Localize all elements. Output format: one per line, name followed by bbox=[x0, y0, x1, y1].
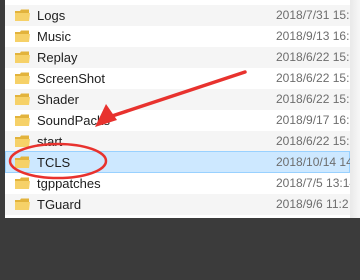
list-item-tgppatches[interactable]: tgppatches 2018/7/5 13:14 bbox=[5, 173, 356, 194]
modified-date: 2018/9/6 11:2 bbox=[276, 197, 349, 211]
list-item-replay[interactable]: Replay 2018/6/22 15: bbox=[5, 47, 350, 68]
folder-icon bbox=[15, 198, 30, 210]
folder-icon bbox=[15, 72, 30, 84]
folder-icon bbox=[15, 93, 30, 105]
list-item-screenshot[interactable]: ScreenShot 2018/6/22 15:2 bbox=[5, 68, 356, 89]
file-name: ScreenShot bbox=[37, 71, 105, 86]
file-explorer-window: Logs 2018/7/31 15: Music 2018/9/13 16: R… bbox=[0, 0, 360, 218]
list-item-shader[interactable]: Shader 2018/6/22 15:2 bbox=[5, 89, 356, 110]
list-item-logs[interactable]: Logs 2018/7/31 15: bbox=[5, 5, 350, 26]
file-name: Logs bbox=[37, 8, 66, 23]
folder-icon bbox=[15, 156, 30, 168]
right-pane-edge bbox=[350, 0, 360, 218]
file-name: start bbox=[37, 134, 63, 149]
folder-icon bbox=[15, 114, 30, 126]
modified-date: 2018/9/13 16: bbox=[276, 29, 350, 43]
file-name: Shader bbox=[37, 92, 79, 107]
modified-date: 2018/7/5 13:14 bbox=[276, 176, 357, 190]
modified-date: 2018/9/17 16: bbox=[276, 113, 350, 127]
modified-date: 2018/10/14 14 bbox=[276, 155, 353, 169]
folder-icon bbox=[15, 51, 30, 63]
modified-date: 2018/6/22 15:2 bbox=[276, 134, 357, 148]
folder-icon bbox=[15, 30, 30, 42]
list-item-tguard[interactable]: TGuard 2018/9/6 11:2 bbox=[5, 194, 350, 215]
file-name: Replay bbox=[37, 50, 78, 65]
list-item-music[interactable]: Music 2018/9/13 16: bbox=[5, 26, 350, 47]
list-item-soundpacks[interactable]: SoundPacks 2018/9/17 16: bbox=[5, 110, 350, 131]
file-name: TGuard bbox=[37, 197, 82, 212]
modified-date: 2018/6/22 15: bbox=[276, 50, 350, 64]
file-name: Music bbox=[37, 29, 71, 44]
dark-background bbox=[0, 218, 360, 280]
file-name: tgppatches bbox=[37, 176, 101, 191]
modified-date: 2018/7/31 15: bbox=[276, 8, 350, 22]
file-name: SoundPacks bbox=[37, 113, 110, 128]
list-item-start[interactable]: start 2018/6/22 15:2 bbox=[5, 131, 356, 152]
modified-date: 2018/6/22 15:2 bbox=[276, 71, 357, 85]
file-name: TCLS bbox=[37, 155, 71, 170]
folder-icon bbox=[15, 135, 30, 147]
folder-icon bbox=[15, 177, 30, 189]
modified-date: 2018/6/22 15:2 bbox=[276, 92, 357, 106]
folder-icon bbox=[15, 9, 30, 21]
list-item-tcls[interactable]: TCLS 2018/10/14 14 bbox=[5, 151, 353, 173]
